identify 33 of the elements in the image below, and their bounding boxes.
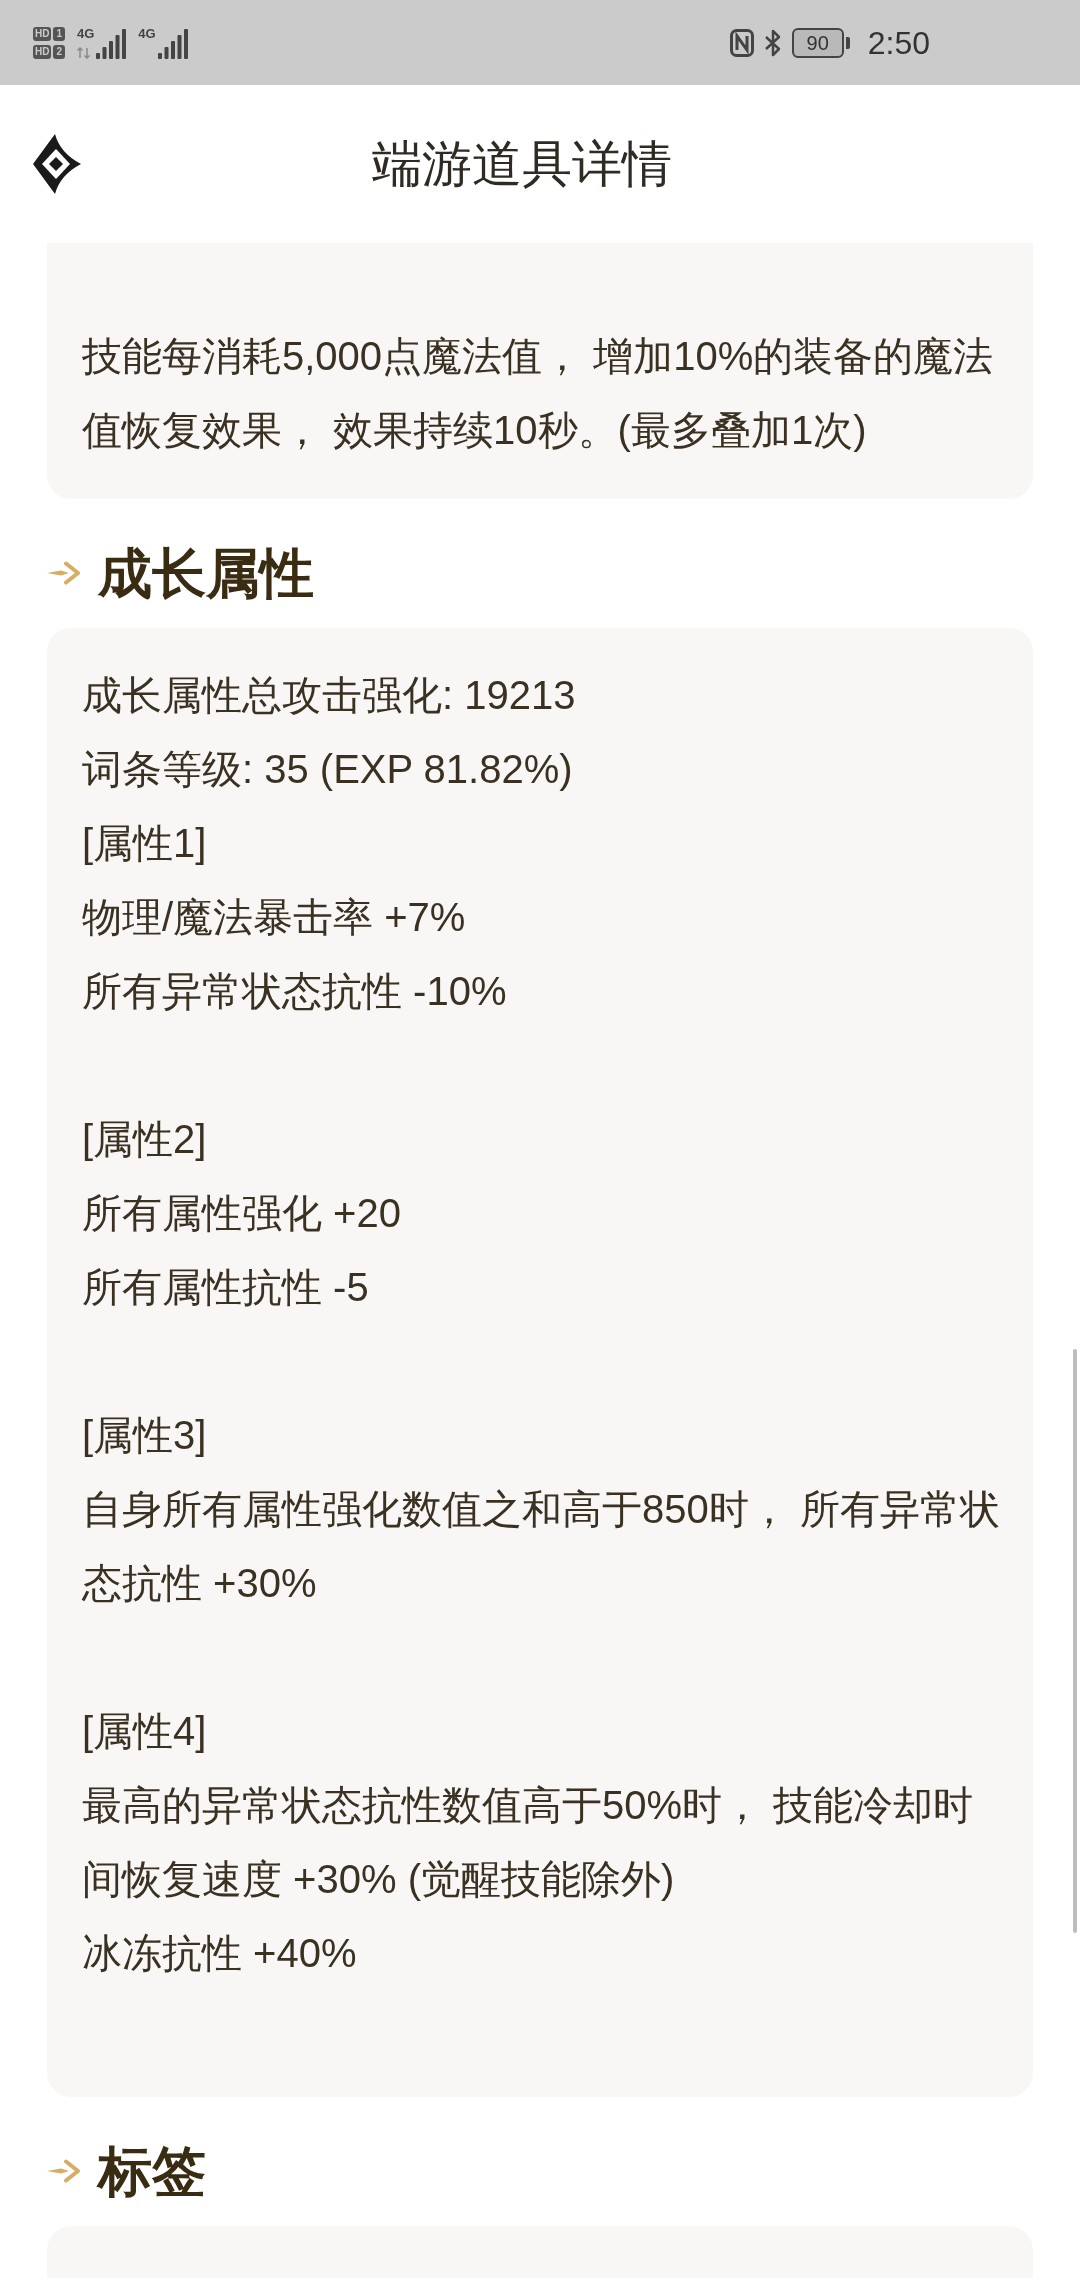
attribute-title: [属性2] bbox=[82, 1116, 208, 1163]
hd-badge: HD bbox=[33, 26, 52, 41]
attribute-line: 所有异常状态抗性 -10% bbox=[82, 968, 508, 1015]
attribute-line: 最高的异常状态抗性数值高于50%时， 技能冷却时间恢复速度 +30% (觉醒技能除外) bbox=[82, 1782, 975, 1903]
attribute-line: 所有属性抗性 -5 bbox=[82, 1264, 370, 1311]
summary-line: 成长属性总攻击强化: 19213 bbox=[82, 672, 577, 719]
arrow-icon bbox=[47, 2159, 83, 2183]
arrow-icon bbox=[47, 561, 83, 585]
attribute-line: 物理/魔法暴击率 +7% bbox=[82, 894, 467, 941]
effect-description: 技能每消耗5,000点魔法值， 增加10%的装备的魔法值恢复效果， 效果持续10秒。(最多叠加1次) bbox=[82, 333, 995, 454]
hd-badge: HD bbox=[33, 44, 52, 59]
sim-slot-badge: 2 bbox=[53, 44, 65, 59]
attribute-line: 所有属性强化 +20 bbox=[82, 1190, 402, 1237]
clock-time: 2:50 bbox=[867, 23, 930, 63]
signal-icon bbox=[96, 28, 127, 59]
attribute-title: [属性1] bbox=[82, 820, 208, 867]
attribute-title: [属性3] bbox=[82, 1412, 208, 1459]
attribute-line: 冰冻抗性 +40% bbox=[82, 1930, 358, 1977]
sim-slot-badge: 1 bbox=[53, 26, 65, 41]
summary-line: 词条等级: 35 (EXP 81.82%) bbox=[82, 746, 574, 793]
data-activity-icon bbox=[77, 46, 91, 59]
nfc-icon bbox=[729, 28, 754, 57]
page-title: 端游道具详情 bbox=[371, 135, 672, 194]
signal-icon bbox=[157, 28, 188, 59]
bluetooth-icon bbox=[763, 28, 782, 57]
attribute-line: 自身所有属性强化数值之和高于850时， 所有异常状态抗性 +30% bbox=[82, 1486, 1001, 1607]
network-type: 4G bbox=[138, 26, 156, 41]
battery-reading: 90 bbox=[806, 31, 829, 54]
diamond-logo-icon[interactable] bbox=[33, 134, 81, 194]
attribute-title: [属性4] bbox=[82, 1708, 208, 1755]
section-heading: 成长属性 bbox=[98, 543, 314, 603]
network-type: 4G bbox=[77, 26, 95, 41]
section-heading: 标签 bbox=[98, 2141, 206, 2201]
